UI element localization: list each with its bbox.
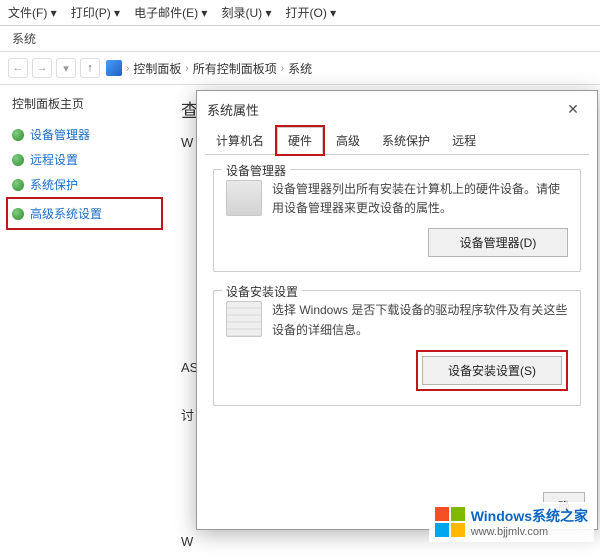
sidebar-item-label: 远程设置 [30, 151, 78, 168]
annotation-highlight: 高级系统设置 [6, 197, 163, 230]
dialog-titlebar[interactable]: 系统属性 ✕ [197, 91, 597, 127]
watermark-url: www.bjjmlv.com [471, 526, 588, 538]
close-icon: ✕ [567, 101, 579, 118]
shield-icon [12, 129, 24, 141]
chevron-down-icon: ▾ [265, 6, 271, 20]
tab-computer-name[interactable]: 计算机名 [205, 127, 275, 154]
chevron-down-icon: ▾ [51, 6, 57, 20]
nav-back-button[interactable]: ← [8, 58, 28, 78]
chevron-down-icon: ▾ [330, 6, 336, 20]
side-panel: 控制面板主页 设备管理器 远程设置 系统保护 高级系统设置 [0, 85, 175, 559]
nav-history-button[interactable]: ▾ [56, 58, 76, 78]
breadcrumb[interactable]: › 控制面板 › 所有控制面板项 › 系统 [106, 60, 312, 77]
side-panel-title: 控制面板主页 [12, 95, 163, 112]
watermark: Windows系统之家 www.bjjmlv.com [429, 502, 594, 542]
dialog-body: 设备管理器 设备管理器列出所有安装在计算机上的硬件设备。请使用设备管理器来更改设… [197, 155, 597, 438]
dialog-title: 系统属性 [207, 100, 259, 119]
menubar: 文件(F) ▾ 打印(P) ▾ 电子邮件(E) ▾ 刻录(U) ▾ 打开(O) … [0, 0, 600, 26]
sidebar-item-system-protection[interactable]: 系统保护 [12, 172, 163, 197]
sidebar-item-label: 设备管理器 [30, 126, 90, 143]
nav-forward-button[interactable]: → [32, 58, 52, 78]
system-properties-dialog: 系统属性 ✕ 计算机名 硬件 高级 系统保护 远程 设备管理器 设备管理器列出所… [196, 90, 598, 530]
tab-hardware[interactable]: 硬件 [277, 127, 323, 154]
shield-icon [12, 179, 24, 191]
sidebar-item-remote-settings[interactable]: 远程设置 [12, 147, 163, 172]
breadcrumb-seg-0[interactable]: 控制面板 [133, 60, 181, 77]
chevron-right-icon: › [185, 63, 188, 74]
device-installation-settings-button[interactable]: 设备安装设置(S) [422, 356, 562, 385]
tab-system-protection[interactable]: 系统保护 [371, 127, 441, 154]
menu-email[interactable]: 电子邮件(E) ▾ [134, 4, 207, 21]
tab-remote[interactable]: 远程 [441, 127, 487, 154]
nav-up-button[interactable]: ↑ [80, 58, 100, 78]
tab-advanced[interactable]: 高级 [325, 127, 371, 154]
menu-open[interactable]: 打开(O) ▾ [286, 4, 337, 21]
shield-icon [12, 208, 24, 220]
chevron-right-icon: › [126, 63, 129, 74]
sidebar-item-label: 系统保护 [30, 176, 78, 193]
navbar: ← → ▾ ↑ › 控制面板 › 所有控制面板项 › 系统 [0, 52, 600, 85]
sidebar-item-label: 高级系统设置 [30, 205, 102, 222]
device-installation-icon [226, 301, 262, 337]
menu-print[interactable]: 打印(P) ▾ [71, 4, 120, 21]
group-title: 设备管理器 [222, 162, 290, 179]
breadcrumb-seg-1[interactable]: 所有控制面板项 [193, 60, 277, 77]
watermark-title: Windows系统之家 [471, 506, 588, 526]
windows-logo-icon [435, 507, 465, 537]
group-title: 设备安装设置 [222, 283, 302, 300]
chevron-down-icon: ▾ [201, 6, 207, 20]
breadcrumb-seg-2[interactable]: 系统 [288, 60, 312, 77]
chevron-down-icon: ▾ [114, 6, 120, 20]
group-description: 设备管理器列出所有安装在计算机上的硬件设备。请使用设备管理器来更改设备的属性。 [272, 180, 568, 218]
shield-icon [12, 154, 24, 166]
device-manager-icon [226, 180, 262, 216]
group-device-manager: 设备管理器 设备管理器列出所有安装在计算机上的硬件设备。请使用设备管理器来更改设… [213, 169, 581, 272]
menu-burn[interactable]: 刻录(U) ▾ [221, 4, 271, 21]
group-device-installation: 设备安装设置 选择 Windows 是否下载设备的驱动程序软件及有关这些设备的详… [213, 290, 581, 405]
annotation-highlight: 设备安装设置(S) [416, 350, 568, 391]
group-description: 选择 Windows 是否下载设备的驱动程序软件及有关这些设备的详细信息。 [272, 301, 568, 339]
window-title: 系统 [0, 26, 600, 52]
menu-file[interactable]: 文件(F) ▾ [8, 4, 57, 21]
close-button[interactable]: ✕ [559, 99, 587, 119]
control-panel-icon [106, 60, 122, 76]
sidebar-item-device-manager[interactable]: 设备管理器 [12, 122, 163, 147]
device-manager-button[interactable]: 设备管理器(D) [428, 228, 568, 257]
tab-row: 计算机名 硬件 高级 系统保护 远程 [205, 127, 589, 155]
sidebar-item-advanced-system-settings[interactable]: 高级系统设置 [12, 201, 157, 226]
chevron-right-icon: › [281, 63, 284, 74]
annotation-highlight: 硬件 [275, 125, 325, 156]
